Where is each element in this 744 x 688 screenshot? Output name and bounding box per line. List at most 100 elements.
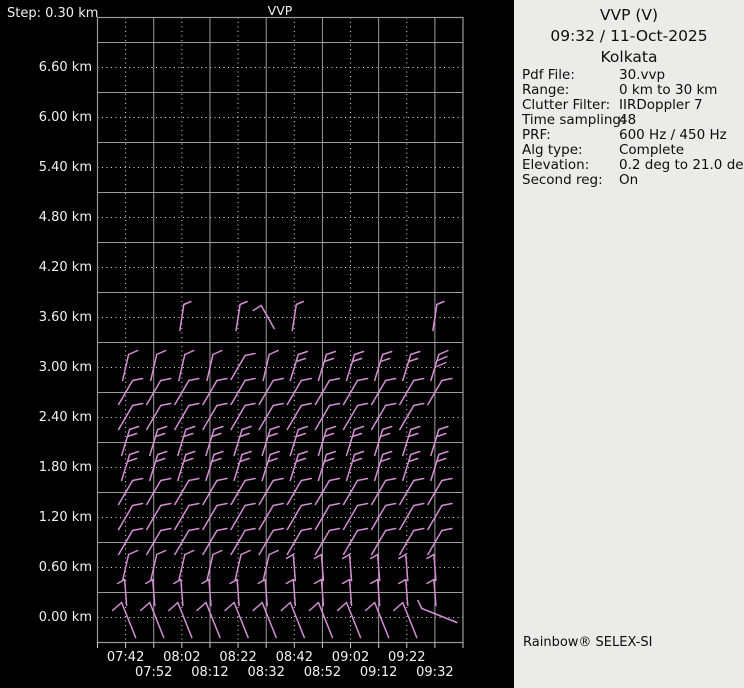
wind-barb bbox=[252, 304, 275, 330]
wind-barb bbox=[373, 425, 393, 457]
wind-barb-segment bbox=[213, 425, 224, 431]
detail-row: Alg type: Complete bbox=[522, 143, 742, 158]
detail-row: Range: 0 km to 30 km bbox=[522, 83, 742, 98]
detail-label: Alg type: bbox=[522, 142, 583, 158]
wind-barb-segment bbox=[184, 349, 195, 356]
wind-barb bbox=[345, 425, 365, 457]
x-axis-label: 08:22 bbox=[219, 650, 257, 665]
wind-barb-segment bbox=[436, 361, 447, 368]
wind-barb-segment bbox=[369, 578, 379, 585]
wind-barb bbox=[202, 502, 228, 531]
wind-barb-segment bbox=[111, 601, 123, 612]
wind-barb bbox=[230, 527, 256, 556]
wind-barb bbox=[399, 527, 425, 556]
detail-value: IIRDoppler 7 bbox=[619, 97, 703, 113]
wind-barb bbox=[120, 425, 140, 457]
wind-barb-segment bbox=[381, 425, 393, 431]
info-panel: VVP (V) 09:32 / 11-Oct-2025 Kolkata Pdf … bbox=[514, 0, 744, 688]
wind-barb bbox=[289, 450, 309, 482]
detail-label: Second reg: bbox=[522, 172, 603, 188]
wind-barb-segment bbox=[272, 377, 284, 382]
wind-barb-segment bbox=[413, 502, 425, 507]
wind-barb bbox=[427, 527, 453, 556]
wind-barb-segment bbox=[384, 527, 397, 532]
wind-barb-segment bbox=[313, 578, 323, 585]
wind-barb bbox=[224, 601, 249, 639]
wind-barb bbox=[117, 502, 144, 531]
detail-value: 600 Hz / 450 Hz bbox=[619, 127, 727, 143]
wind-barb-segment bbox=[328, 502, 341, 507]
wind-barb-segment bbox=[295, 300, 305, 306]
wind-barb-segment bbox=[348, 578, 353, 607]
wind-barb bbox=[370, 502, 397, 531]
x-axis-label: 07:42 bbox=[106, 650, 145, 665]
wind-barb-segment bbox=[144, 578, 154, 585]
wind-barb-segment bbox=[159, 477, 172, 482]
wind-barb bbox=[427, 377, 453, 406]
wind-barb-segment bbox=[325, 450, 337, 456]
wind-barb-segment bbox=[384, 377, 397, 382]
detail-row: Time sampling: 48 bbox=[522, 113, 742, 128]
wind-barb bbox=[120, 450, 140, 482]
wind-barb-segment bbox=[441, 502, 453, 507]
wind-barb-segment bbox=[413, 477, 425, 482]
site-name: Kolkata bbox=[600, 48, 658, 66]
wind-barb-segment bbox=[300, 377, 313, 382]
wind-barb-segment bbox=[356, 502, 369, 507]
wind-barb bbox=[145, 502, 172, 531]
wind-barb bbox=[289, 350, 309, 382]
wind-barb bbox=[149, 549, 167, 582]
wind-barb-segment bbox=[208, 578, 212, 607]
wind-barb bbox=[427, 502, 453, 531]
wind-barb bbox=[370, 477, 397, 506]
detail-label: PRF: bbox=[522, 127, 551, 143]
wind-barb-segment bbox=[188, 402, 200, 407]
wind-barb bbox=[308, 601, 334, 639]
wind-barb-segment bbox=[183, 300, 192, 306]
wind-barb-segment bbox=[393, 601, 404, 612]
wind-barb-segment bbox=[438, 450, 449, 456]
y-axis-label: 4.20 km bbox=[38, 259, 92, 275]
wind-barb-segment bbox=[159, 502, 172, 507]
wind-barb-segment bbox=[159, 402, 172, 407]
wind-barb bbox=[145, 527, 172, 556]
wind-barb-segment bbox=[320, 578, 325, 607]
wind-barb-segment bbox=[384, 502, 397, 507]
wind-barb-segment bbox=[216, 377, 228, 382]
wind-barb bbox=[145, 402, 172, 431]
wind-barb-segment bbox=[325, 425, 337, 431]
detail-row: Pdf File: 30.vvp bbox=[522, 68, 742, 83]
wind-barb bbox=[342, 377, 369, 406]
wind-barb-segment bbox=[127, 349, 139, 356]
y-axis-label: 6.00 km bbox=[38, 109, 92, 125]
detail-row: Second reg: On bbox=[522, 173, 742, 188]
wind-barb bbox=[230, 477, 256, 506]
wind-barb bbox=[117, 527, 144, 556]
wind-barb-segment bbox=[155, 549, 167, 556]
wind-barb-segment bbox=[438, 349, 449, 356]
wind-barb-segment bbox=[269, 450, 280, 456]
wind-barb bbox=[314, 377, 341, 406]
wind-barb bbox=[430, 349, 449, 382]
wind-barb bbox=[149, 349, 167, 382]
wind-barb-segment bbox=[236, 578, 240, 607]
wind-barb-segment bbox=[353, 350, 365, 356]
wind-barb bbox=[178, 549, 195, 582]
wind-barb-segment bbox=[212, 349, 223, 356]
wind-barb-segment bbox=[260, 304, 275, 330]
wind-barb-segment bbox=[244, 502, 256, 507]
wind-barb-segment bbox=[384, 477, 397, 482]
wind-barb-segment bbox=[268, 349, 279, 356]
wind-barb-segment bbox=[116, 578, 126, 585]
wind-barb-segment bbox=[353, 425, 365, 431]
wind-barb bbox=[202, 377, 228, 406]
wind-barb-segment bbox=[229, 578, 238, 585]
wind-barb bbox=[178, 349, 195, 382]
wind-barb bbox=[258, 377, 284, 406]
wind-barb bbox=[317, 350, 337, 382]
wind-barb bbox=[145, 477, 172, 506]
wind-barb bbox=[168, 601, 193, 639]
wind-barb-segment bbox=[184, 549, 195, 556]
wind-barb bbox=[317, 425, 337, 457]
wind-barb-segment bbox=[399, 504, 415, 531]
